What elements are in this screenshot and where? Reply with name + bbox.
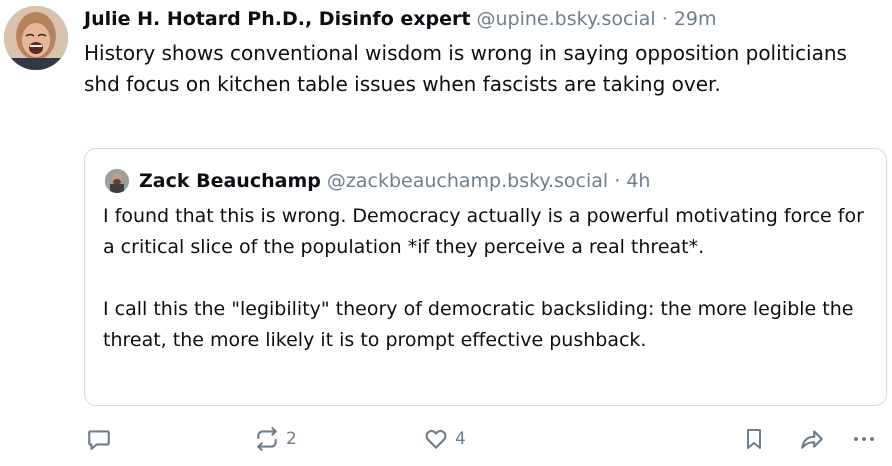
repost-count: 2	[286, 429, 297, 449]
post-timestamp[interactable]: 29m	[674, 8, 717, 30]
post-actions: 2 4	[84, 424, 884, 454]
author-avatar-image	[4, 6, 68, 70]
like-count: 4	[455, 429, 466, 449]
quote-paragraph: I call this the "legibility" theory of d…	[103, 298, 854, 351]
reply-button[interactable]	[86, 424, 112, 454]
share-arrow-icon	[798, 426, 826, 452]
ellipsis-icon	[852, 426, 876, 452]
bookmark-button[interactable]	[742, 424, 766, 454]
author-avatar[interactable]	[4, 6, 68, 70]
quote-author-name[interactable]: Zack Beauchamp	[139, 170, 321, 192]
heart-icon	[423, 426, 449, 452]
quote-separator-dot: ·	[614, 170, 621, 192]
more-options-button[interactable]	[852, 424, 876, 454]
quote-author-avatar[interactable]	[105, 169, 129, 193]
author-name[interactable]: Julie H. Hotard Ph.D., Disinfo expert	[84, 8, 470, 30]
separator-dot: ·	[661, 8, 668, 30]
repost-arrows-icon	[254, 426, 280, 452]
post-text: History shows conventional wisdom is wro…	[84, 41, 847, 96]
bookmark-icon	[742, 426, 766, 452]
quoted-post[interactable]: Zack Beauchamp @zackbeauchamp.bsky.socia…	[84, 148, 887, 406]
like-button[interactable]: 4	[423, 424, 466, 454]
post-header: Julie H. Hotard Ph.D., Disinfo expert @u…	[84, 6, 884, 32]
quote-header: Zack Beauchamp @zackbeauchamp.bsky.socia…	[139, 167, 650, 195]
quote-avatar-image	[105, 169, 129, 193]
quote-author-handle[interactable]: @zackbeauchamp.bsky.social	[327, 170, 608, 192]
speech-bubble-icon	[86, 426, 112, 452]
quote-text: I found that this is wrong. Democracy ac…	[103, 201, 873, 356]
quote-timestamp[interactable]: 4h	[626, 170, 650, 192]
post: Julie H. Hotard Ph.D., Disinfo expert @u…	[0, 0, 892, 466]
quote-paragraph: I found that this is wrong. Democracy ac…	[103, 205, 864, 258]
repost-button[interactable]: 2	[254, 424, 297, 454]
author-handle[interactable]: @upine.bsky.social	[477, 8, 656, 30]
share-button[interactable]	[798, 424, 826, 454]
